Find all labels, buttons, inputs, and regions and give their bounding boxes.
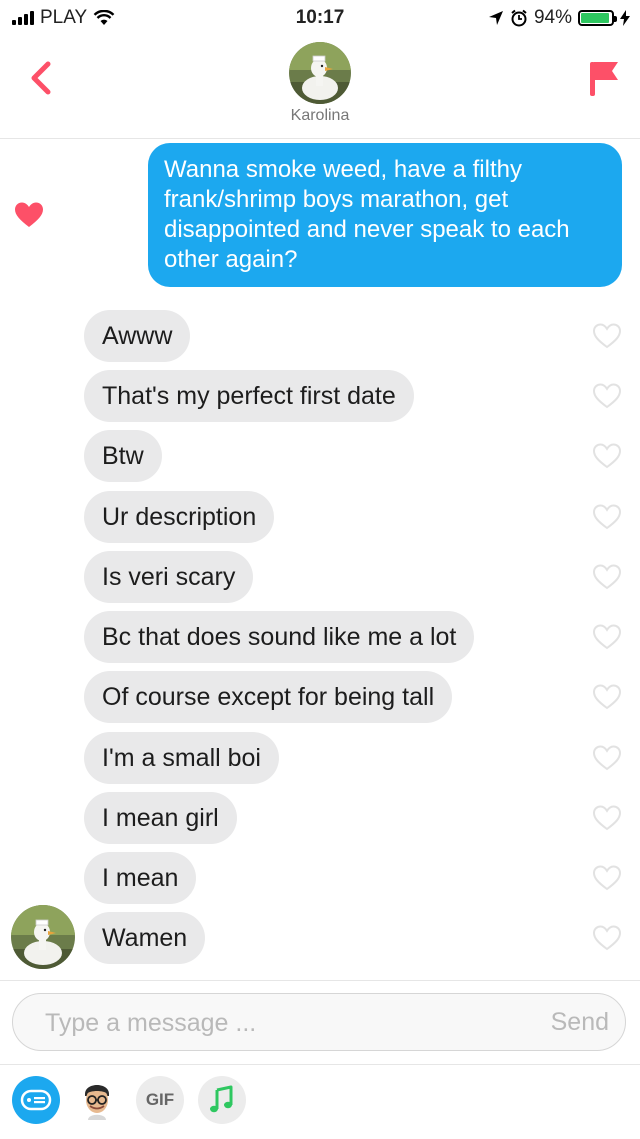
match-avatar[interactable] <box>289 42 351 104</box>
message-input[interactable] <box>43 994 507 1052</box>
message-composer: Send <box>0 980 640 1065</box>
received-message-bubble[interactable]: Btw <box>84 430 162 482</box>
like-heart-icon[interactable] <box>592 623 622 651</box>
location-arrow-icon <box>488 11 503 25</box>
received-message-bubble[interactable]: Of course except for being tall <box>84 671 453 723</box>
music-note-icon <box>210 1085 233 1113</box>
received-message-bubble[interactable]: I mean <box>84 852 197 904</box>
sent-message-bubble[interactable]: Wanna smoke weed, have a filthy frank/sh… <box>148 143 622 287</box>
back-chevron-icon[interactable] <box>22 58 62 98</box>
message-thread: Wanna smoke weed, have a filthy frank/sh… <box>0 139 640 980</box>
music-button[interactable] <box>198 1076 246 1124</box>
battery-percent: 94% <box>533 7 572 28</box>
like-heart-icon[interactable] <box>592 322 622 350</box>
charging-bolt-icon <box>620 10 630 26</box>
received-message-bubble[interactable]: Awww <box>84 310 191 362</box>
alarm-icon <box>511 9 527 27</box>
status-right: 94% <box>488 7 630 29</box>
like-heart-icon[interactable] <box>592 864 622 892</box>
composer-toolbar: GIF <box>0 1064 640 1139</box>
sender-avatar[interactable] <box>11 905 75 969</box>
received-message-bubble[interactable]: Is veri scary <box>84 551 254 603</box>
bitmoji-avatar-icon <box>85 1085 109 1120</box>
sticker-button[interactable] <box>12 1076 60 1124</box>
like-heart-icon[interactable] <box>592 683 622 711</box>
received-message-bubble[interactable]: Wamen <box>84 912 206 964</box>
like-heart-icon[interactable] <box>592 503 622 531</box>
like-heart-icon[interactable] <box>592 924 622 952</box>
received-message-bubble[interactable]: I'm a small boi <box>84 732 279 784</box>
received-message-bubble[interactable]: Bc that does sound like me a lot <box>84 611 475 663</box>
received-message-bubble[interactable]: I mean girl <box>84 792 237 844</box>
sticker-icon <box>12 1076 60 1124</box>
message-input-container: Send <box>12 993 626 1052</box>
match-name: Karolina <box>290 107 350 124</box>
like-heart-icon[interactable] <box>592 804 622 832</box>
received-message-bubble[interactable]: Ur description <box>84 491 275 543</box>
chat-header: Karolina <box>0 36 640 139</box>
liked-heart-icon[interactable] <box>14 201 44 229</box>
like-heart-icon[interactable] <box>592 382 622 410</box>
bitmoji-button[interactable] <box>73 1076 121 1124</box>
like-heart-icon[interactable] <box>592 744 622 772</box>
status-bar: PLAY 10:17 94% <box>0 0 640 36</box>
send-button[interactable]: Send <box>551 994 609 1050</box>
like-heart-icon[interactable] <box>592 563 622 591</box>
gif-button[interactable]: GIF <box>136 1076 184 1124</box>
report-flag-icon[interactable] <box>586 58 622 98</box>
battery-icon <box>578 10 617 26</box>
like-heart-icon[interactable] <box>592 442 622 470</box>
received-message-bubble[interactable]: That's my perfect first date <box>84 370 414 422</box>
